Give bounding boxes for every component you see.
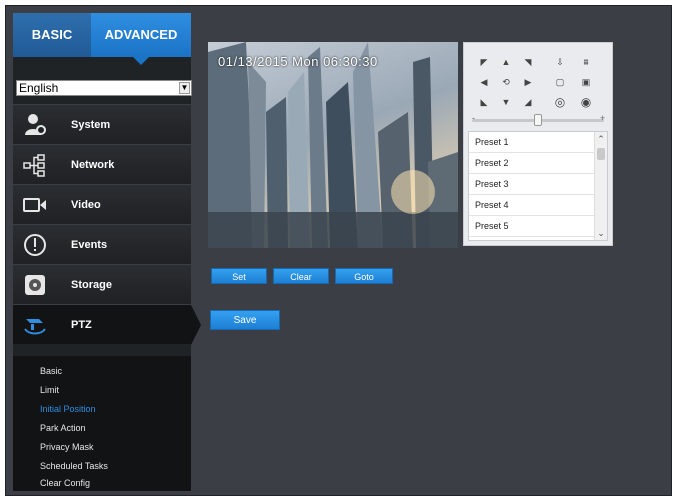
language-select[interactable]: English ▼ [16, 80, 192, 96]
list-item[interactable]: Preset 4 [469, 195, 597, 216]
clear-button[interactable]: Clear [273, 268, 329, 284]
alert-icon [24, 234, 46, 256]
list-item[interactable]: Preset 5 [469, 216, 597, 237]
goto-button[interactable]: Goto [335, 268, 393, 284]
pan-down-right-icon[interactable]: ◢ [518, 93, 538, 111]
sidebar-item-events[interactable]: Events [13, 224, 191, 264]
pan-up-left-icon[interactable]: ◤ [474, 53, 494, 71]
mode-tabs: BASIC ADVANCED [13, 13, 191, 65]
preset-scrollbar[interactable]: ⌃ ⌄ [594, 132, 607, 240]
ptz-control-panel: ◤ ▲ ◥ ◀ ⟲ ▶ ◣ ▼ ◢ ⇩ ⩩ ▢ ▣ ◎ ◉ - + Preset… [463, 42, 613, 246]
sidebar-item-system[interactable]: System [13, 104, 191, 144]
tab-basic[interactable]: BASIC [13, 13, 91, 57]
scroll-down-icon[interactable]: ⌄ [595, 226, 607, 240]
video-camera-icon [23, 198, 46, 212]
sidebar-item-label: Events [71, 239, 108, 251]
sidebar-item-ptz[interactable]: PTZ [13, 304, 201, 345]
ptz-submenu: Basic Limit Initial Position Park Action… [13, 356, 191, 491]
scroll-up-icon[interactable]: ⌃ [595, 132, 607, 146]
pan-down-icon[interactable]: ▼ [496, 93, 516, 111]
sidebar-item-label: Storage [71, 279, 112, 291]
submenu-item-clear-config[interactable]: Clear Config [40, 478, 90, 488]
list-item[interactable]: Preset 1 [469, 132, 597, 153]
network-icon [23, 154, 45, 177]
scroll-thumb[interactable] [597, 148, 605, 160]
sidebar-item-storage[interactable]: Storage [13, 264, 191, 304]
submenu-item-basic[interactable]: Basic [40, 366, 62, 376]
sidebar-item-network[interactable]: Network [13, 144, 191, 184]
set-button[interactable]: Set [211, 268, 267, 284]
submenu-item-park-action[interactable]: Park Action [40, 423, 86, 433]
zoom-out-icon[interactable]: ▣ [576, 73, 596, 91]
disk-icon [25, 275, 45, 295]
auto-focus-icon[interactable]: ⩩ [576, 53, 596, 71]
list-item[interactable]: Preset 3 [469, 174, 597, 195]
live-preview[interactable]: 01/13/2015 Mon 06:30:30 [208, 42, 458, 248]
sidebar-item-label: Video [71, 199, 101, 211]
submenu-item-limit[interactable]: Limit [40, 385, 59, 395]
sidebar-item-label: System [71, 119, 111, 131]
chevron-down-icon[interactable]: ▼ [179, 82, 190, 94]
preview-timestamp: 01/13/2015 Mon 06:30:30 [218, 54, 378, 69]
pan-up-icon[interactable]: ▲ [496, 53, 516, 71]
pan-up-right-icon[interactable]: ◥ [518, 53, 538, 71]
speed-slider-handle[interactable] [534, 114, 542, 126]
iris-close-icon[interactable]: ◉ [576, 93, 596, 111]
zoom-in-icon[interactable]: ▢ [550, 73, 570, 91]
sidebar: BASIC ADVANCED English ▼ System Network … [13, 13, 201, 491]
ptz-direction-pad: ◤ ▲ ◥ ◀ ⟲ ▶ ◣ ▼ ◢ ⇩ ⩩ ▢ ▣ ◎ ◉ [470, 49, 606, 113]
submenu-item-initial-position[interactable]: Initial Position [40, 404, 96, 414]
save-button[interactable]: Save [210, 310, 280, 330]
home-icon[interactable]: ⟲ [496, 73, 516, 91]
pan-left-icon[interactable]: ◀ [474, 73, 494, 91]
sidebar-item-video[interactable]: Video [13, 184, 191, 224]
sidebar-item-label: Network [71, 159, 115, 171]
language-selected: English [19, 81, 59, 95]
plus-icon: + [600, 113, 606, 123]
focus-icon[interactable]: ⇩ [550, 53, 570, 71]
pan-right-icon[interactable]: ▶ [518, 73, 538, 91]
list-item[interactable]: Preset 2 [469, 153, 597, 174]
user-gear-icon [25, 114, 46, 135]
ptz-camera-icon [24, 319, 46, 335]
submenu-item-scheduled-tasks[interactable]: Scheduled Tasks [40, 461, 108, 471]
iris-open-icon[interactable]: ◎ [550, 93, 570, 111]
city-skyline-image [208, 42, 458, 248]
sidebar-item-label: PTZ [71, 319, 92, 331]
preset-list[interactable]: Preset 1 Preset 2 Preset 3 Preset 4 Pres… [468, 131, 608, 241]
tab-advanced[interactable]: ADVANCED [91, 13, 191, 65]
submenu-item-privacy-mask[interactable]: Privacy Mask [40, 442, 94, 452]
pan-down-left-icon[interactable]: ◣ [474, 93, 494, 111]
